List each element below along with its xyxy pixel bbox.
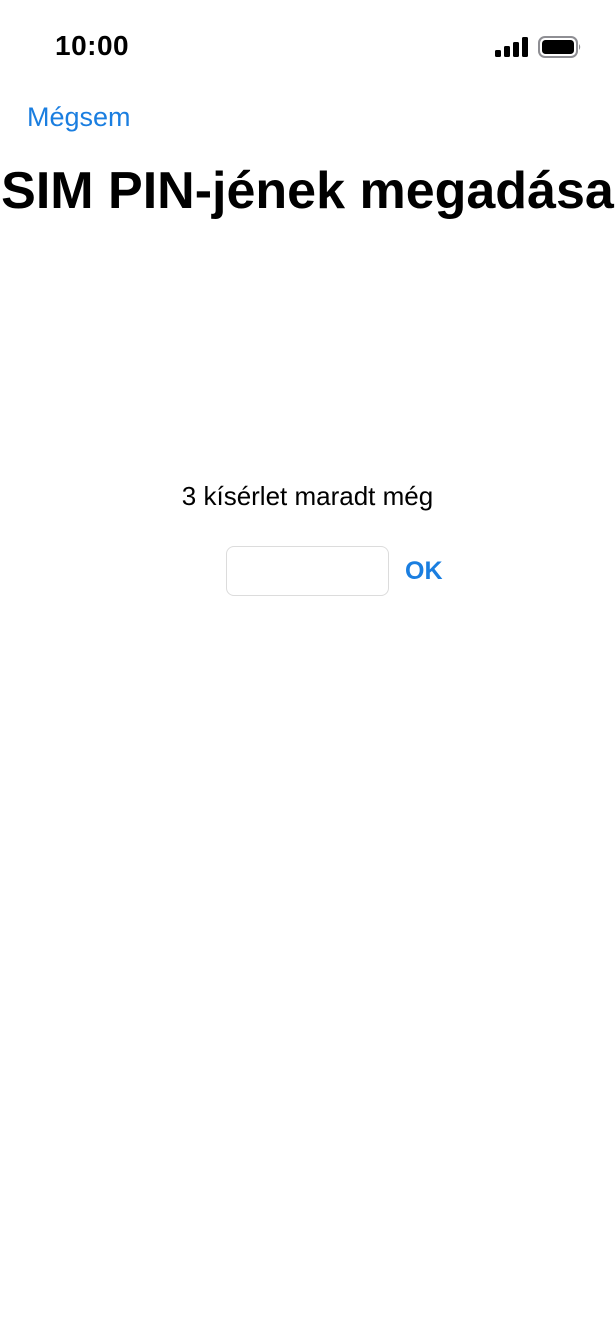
battery-icon: [538, 36, 581, 58]
page-title: SIM PIN-jének megadása: [1, 162, 614, 220]
status-time: 10:00: [55, 30, 130, 61]
sim-pin-input[interactable]: [226, 546, 389, 596]
status-icons: [495, 36, 582, 58]
cellular-signal-icon: [495, 37, 528, 57]
ok-button[interactable]: OK: [397, 550, 451, 592]
cancel-button[interactable]: Mégsem: [27, 102, 131, 133]
remaining-attempts-text: 3 kísérlet maradt még: [181, 481, 434, 511]
status-bar: 10:00: [0, 0, 615, 96]
